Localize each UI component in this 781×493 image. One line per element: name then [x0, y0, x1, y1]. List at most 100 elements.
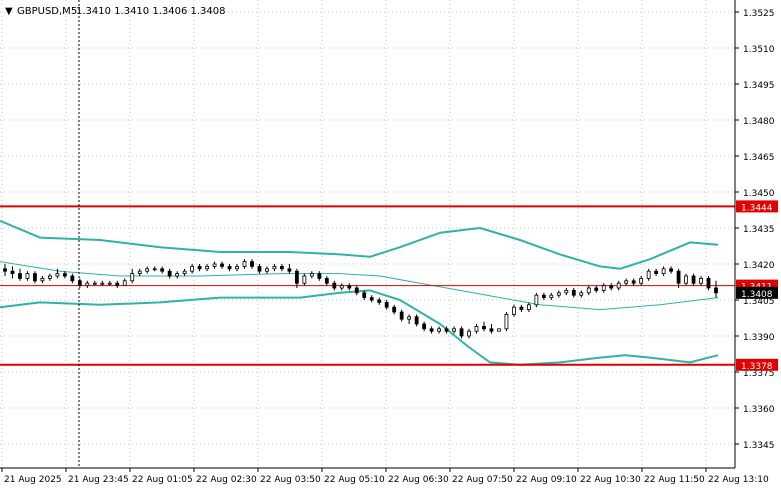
candle-body [377, 299, 382, 303]
candle-body [467, 330, 471, 337]
candle-body [137, 270, 142, 275]
price-axis-label: 1.3465 [743, 153, 775, 163]
candle-body [85, 282, 90, 287]
candle-body [227, 265, 232, 270]
candle-body [512, 306, 516, 315]
candle-body [92, 282, 97, 285]
collapse-arrow-icon[interactable]: ▼ [5, 6, 13, 17]
price-axis-label: 1.3480 [743, 117, 775, 127]
candle-body [459, 328, 464, 337]
candle-body [100, 282, 105, 285]
candle-body [55, 273, 60, 277]
candle-body [654, 270, 659, 275]
candle-body [190, 265, 195, 272]
candle-body [347, 285, 352, 289]
ohlc-values: 1.3410 1.3410 1.3406 1.3408 [76, 6, 226, 17]
candle-body [272, 265, 277, 270]
time-axis-label: 21 Aug 23:45 [68, 475, 129, 485]
candle-body [287, 268, 292, 272]
candle [706, 276, 711, 291]
candle-body [33, 273, 37, 282]
candle [497, 328, 501, 332]
symbol-label: GBPUSD,M5 [17, 6, 77, 17]
candle-body [489, 328, 494, 332]
candle-body [399, 311, 404, 320]
price-axis-label: 1.3525 [743, 9, 775, 19]
candle-body [691, 275, 696, 284]
candle-body [145, 268, 150, 272]
candle-body [661, 268, 666, 274]
price-chart[interactable]: 1.3525 1.3510 1.3495 1.3480 1.3465 1.3450 1.34… [0, 0, 781, 489]
candle-body [130, 273, 135, 282]
candle-body [564, 289, 569, 294]
candle-body [534, 294, 539, 306]
candle-body [407, 316, 412, 320]
time-axis-label: 21 Aug 2025 [4, 475, 62, 485]
candle-body [62, 273, 67, 277]
candle-body [601, 285, 606, 291]
candle-body [354, 287, 359, 294]
time-axis-label: 22 Aug 03:50 [260, 475, 321, 485]
price-axis-label: 1.3360 [743, 405, 775, 415]
candle-body [10, 270, 15, 275]
candle-body [586, 287, 591, 294]
price-axis-label: 1.3450 [743, 189, 775, 199]
candle-body [175, 273, 180, 277]
candle-body [706, 277, 711, 289]
candle-body [265, 268, 269, 272]
candle-body [115, 282, 120, 287]
candle-body [317, 273, 322, 279]
time-axis-label: 22 Aug 06:30 [388, 475, 449, 485]
time-axis-label: 22 Aug 13:10 [708, 475, 769, 485]
candle-body [339, 285, 344, 289]
candle-body [669, 268, 673, 272]
time-axis-label: 22 Aug 05:10 [324, 475, 385, 485]
candle-body [714, 287, 718, 294]
candle-body [616, 282, 621, 289]
candle-body [504, 313, 509, 330]
chart-background [0, 0, 781, 489]
price-axis-label: 1.3435 [743, 225, 775, 235]
candle-body [497, 328, 501, 332]
candle-body [332, 282, 337, 289]
candle-body [631, 280, 636, 284]
current-price-tag: 1.3408 [741, 290, 773, 300]
candle-body [242, 261, 247, 267]
candle-body [556, 292, 561, 296]
candle-body [160, 268, 165, 272]
price-axis-label: 1.3495 [743, 81, 775, 91]
price-axis-label: 1.3345 [743, 441, 775, 451]
time-axis-label: 22 Aug 09:10 [516, 475, 577, 485]
candle-body [369, 297, 374, 301]
chart-header: ▼ GBPUSD,M5 1.3410 1.3410 1.3406 1.3408 [5, 6, 226, 17]
candle-body [624, 280, 629, 284]
candle-body [541, 294, 546, 299]
price-axis-label: 1.3510 [743, 45, 775, 55]
candle-body [444, 328, 449, 332]
candle-body [684, 275, 688, 284]
candle-body [639, 277, 644, 284]
candle-body [422, 323, 427, 330]
candle-body [294, 270, 299, 284]
candle-body [235, 265, 239, 270]
time-axis-label: 22 Aug 01:05 [132, 475, 193, 485]
candle-body [392, 306, 397, 313]
level-price-tag: 1.3444 [741, 203, 773, 213]
candle-body [414, 316, 419, 325]
candle-body [526, 304, 531, 310]
candle [534, 292, 539, 308]
level-price-tag: 1.3378 [741, 362, 773, 372]
candle-body [519, 306, 524, 311]
candle-body [429, 328, 434, 332]
candle-body [70, 275, 75, 282]
candle-body [152, 268, 157, 271]
time-axis-label: 22 Aug 10:30 [580, 475, 641, 485]
candle-body [571, 289, 576, 296]
candle-body [549, 294, 554, 299]
candle-body [197, 265, 202, 270]
candle-body [437, 328, 441, 332]
candle-body [212, 263, 217, 267]
price-axis-label: 1.3420 [743, 261, 775, 271]
chart-canvas[interactable]: 1.3525 1.3510 1.3495 1.3480 1.3465 1.3450 1.34… [0, 0, 781, 489]
candle-body [182, 270, 187, 275]
